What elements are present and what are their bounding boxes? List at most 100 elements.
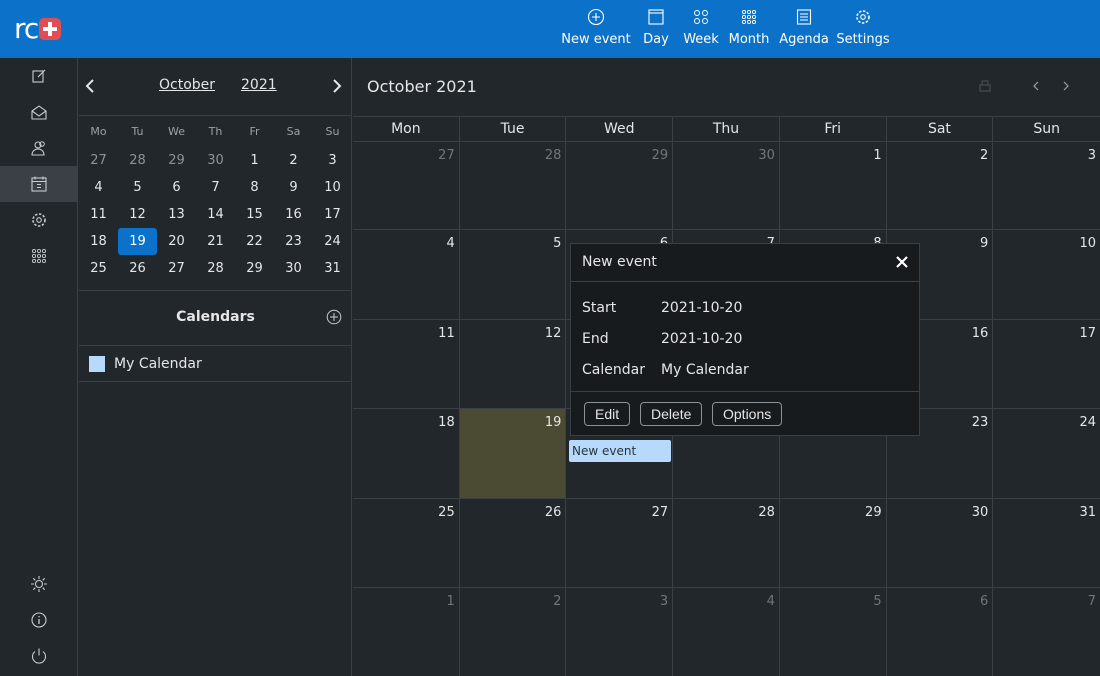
calendar-button[interactable] — [0, 166, 78, 202]
day-cell[interactable]: 29 — [780, 499, 887, 587]
day-cell[interactable]: 30 — [673, 142, 780, 229]
day-cell[interactable]: 28 — [673, 499, 780, 587]
day-view-button[interactable]: Day — [632, 0, 680, 58]
day-cell[interactable]: 5 — [780, 588, 887, 676]
contacts-button[interactable] — [0, 130, 78, 166]
chevron-right-icon[interactable] — [1061, 80, 1071, 92]
chevron-left-icon[interactable] — [83, 78, 97, 94]
mini-day[interactable]: 12 — [118, 201, 157, 228]
day-cell[interactable]: 3 — [993, 142, 1100, 229]
day-cell[interactable]: 27 — [566, 499, 674, 587]
mini-day[interactable]: 26 — [118, 255, 157, 282]
mini-day[interactable]: 1 — [235, 147, 274, 174]
day-cell[interactable]: 31 — [993, 499, 1100, 587]
mini-year-select[interactable]: 2021 — [241, 77, 277, 93]
logout-button[interactable] — [0, 638, 78, 674]
settings-nav-button[interactable] — [0, 202, 78, 238]
mini-day[interactable]: 17 — [313, 201, 352, 228]
mini-day[interactable]: 10 — [313, 174, 352, 201]
day-cell[interactable]: 27 — [353, 142, 460, 229]
theme-toggle-button[interactable] — [0, 566, 78, 602]
edit-button[interactable]: Edit — [584, 402, 631, 426]
day-cell[interactable]: 18 — [353, 409, 460, 498]
mini-day[interactable]: 30 — [274, 255, 313, 282]
day-cell[interactable]: 12 — [460, 320, 567, 408]
day-cell[interactable]: 4 — [673, 588, 780, 676]
mini-day[interactable]: 5 — [118, 174, 157, 201]
calendar-event[interactable]: New event — [569, 440, 671, 462]
mini-dow-row: Mo Tu We Th Fr Sa Su — [79, 120, 352, 147]
month-view-button[interactable]: Month — [722, 0, 776, 58]
agenda-view-button[interactable]: Agenda — [776, 0, 832, 58]
day-cell-today[interactable]: 19 — [459, 409, 567, 498]
compose-button[interactable] — [0, 58, 78, 94]
apps-button[interactable] — [0, 238, 78, 274]
mini-day[interactable]: 29 — [157, 147, 196, 174]
mini-day[interactable]: 21 — [196, 228, 235, 255]
mini-day[interactable]: 31 — [313, 255, 352, 282]
mini-day[interactable]: 20 — [157, 228, 196, 255]
settings-button[interactable]: Settings — [832, 0, 894, 58]
mini-day[interactable]: 3 — [313, 147, 352, 174]
mini-day[interactable]: 25 — [79, 255, 118, 282]
options-button[interactable]: Options — [712, 402, 783, 426]
mini-day[interactable]: 6 — [157, 174, 196, 201]
day-cell[interactable]: 2 — [887, 142, 994, 229]
mail-button[interactable] — [0, 94, 78, 130]
day-cell[interactable]: 3 — [566, 588, 674, 676]
mini-day[interactable]: 23 — [274, 228, 313, 255]
day-cell[interactable]: 26 — [460, 499, 567, 587]
mini-day[interactable]: 7 — [196, 174, 235, 201]
day-cell[interactable]: 29 — [566, 142, 674, 229]
mini-day[interactable]: 8 — [235, 174, 274, 201]
mini-month-select[interactable]: October — [159, 77, 215, 93]
mini-day[interactable]: 14 — [196, 201, 235, 228]
mini-day[interactable]: 22 — [235, 228, 274, 255]
day-cell[interactable]: 6 — [887, 588, 994, 676]
add-calendar-icon[interactable] — [326, 309, 342, 325]
print-icon[interactable] — [979, 80, 991, 94]
mini-day[interactable]: 28 — [118, 147, 157, 174]
close-icon[interactable] — [895, 255, 909, 269]
roundcube-logo[interactable]: rc — [14, 15, 62, 43]
new-event-button[interactable]: New event — [560, 0, 632, 58]
day-cell[interactable]: 1 — [353, 588, 460, 676]
delete-button[interactable]: Delete — [640, 402, 703, 426]
mini-day[interactable]: 4 — [79, 174, 118, 201]
day-cell[interactable]: 4 — [353, 230, 460, 319]
mini-day[interactable]: 24 — [313, 228, 352, 255]
day-cell[interactable]: 11 — [353, 320, 460, 408]
day-cell[interactable]: 5 — [460, 230, 567, 319]
mini-day[interactable]: 30 — [196, 147, 235, 174]
mini-day[interactable]: 11 — [79, 201, 118, 228]
day-number: 2 — [980, 148, 989, 163]
mini-day[interactable]: 15 — [235, 201, 274, 228]
day-number: 27 — [438, 148, 455, 163]
mini-day[interactable]: 29 — [235, 255, 274, 282]
mini-day[interactable]: 9 — [274, 174, 313, 201]
mini-day[interactable]: 2 — [274, 147, 313, 174]
mini-day[interactable]: 28 — [196, 255, 235, 282]
day-cell[interactable]: 24 — [993, 409, 1100, 498]
about-button[interactable] — [0, 602, 78, 638]
day-cell[interactable]: 10 — [993, 230, 1100, 319]
mini-day-today[interactable]: 19 — [118, 228, 157, 255]
mini-day[interactable]: 13 — [157, 201, 196, 228]
day-cell[interactable]: 30 — [887, 499, 994, 587]
day-cell[interactable]: 25 — [353, 499, 460, 587]
day-cell[interactable]: 17 — [993, 320, 1100, 408]
mini-day[interactable]: 16 — [274, 201, 313, 228]
day-cell[interactable]: 28 — [460, 142, 567, 229]
day-number: 12 — [544, 326, 562, 341]
day-cell[interactable]: 7 — [993, 588, 1100, 676]
calendar-color-swatch[interactable] — [89, 355, 105, 372]
day-cell[interactable]: 2 — [460, 588, 567, 676]
calendar-list-item[interactable]: My Calendar — [79, 346, 352, 382]
week-view-button[interactable]: Week — [680, 0, 722, 58]
mini-day[interactable]: 18 — [79, 228, 118, 255]
chevron-right-icon[interactable] — [330, 78, 344, 94]
mini-day[interactable]: 27 — [79, 147, 118, 174]
day-cell[interactable]: 1 — [780, 142, 887, 229]
chevron-left-icon[interactable] — [1031, 80, 1041, 92]
mini-day[interactable]: 27 — [157, 255, 196, 282]
